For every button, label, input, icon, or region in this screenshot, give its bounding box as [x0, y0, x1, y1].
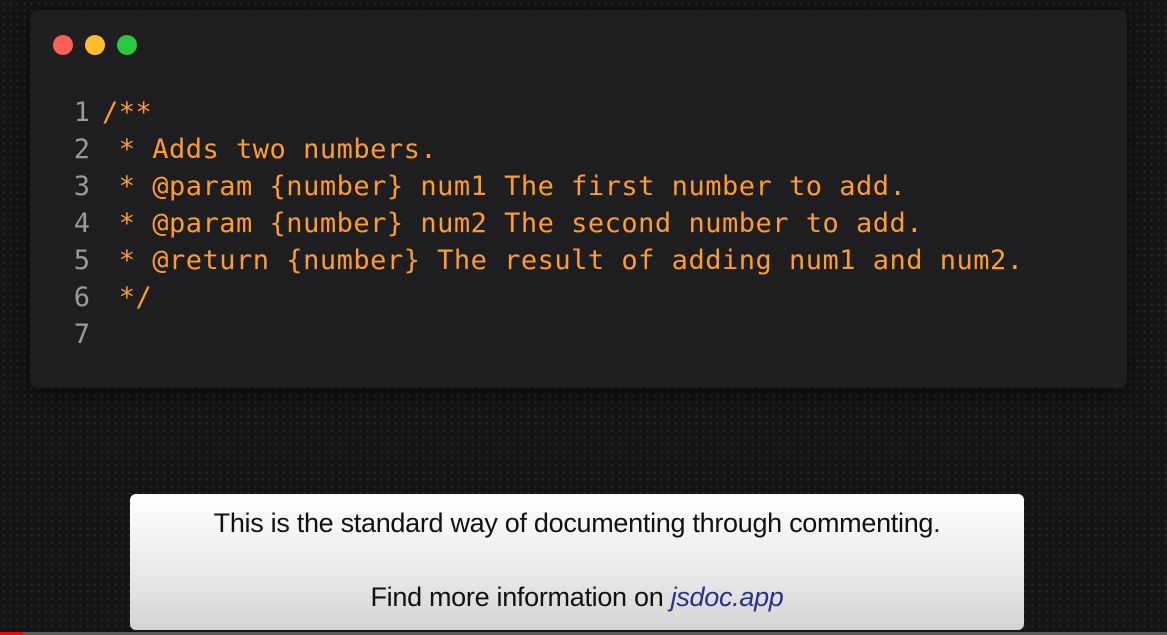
code-area: 1 /** 2 * Adds two numbers. 3 * @param {…	[66, 94, 1024, 353]
code-text: * @return {number} The result of adding …	[102, 245, 1024, 276]
code-line: 5 * @return {number} The result of addin…	[66, 242, 1024, 279]
code-line: 4 * @param {number} num2 The second numb…	[66, 205, 1024, 242]
window-controls	[53, 35, 137, 55]
code-line: 3 * @param {number} num1 The first numbe…	[66, 168, 1024, 205]
maximize-window-button[interactable]	[117, 35, 137, 55]
code-line: 2 * Adds two numbers.	[66, 131, 1024, 168]
code-text: * Adds two numbers.	[102, 134, 438, 165]
video-caption: This is the standard way of documenting …	[130, 494, 1024, 630]
caption-text: Find more information on	[370, 582, 664, 612]
line-number: 3	[73, 171, 90, 202]
code-text: * @param {number} num1 The first number …	[102, 171, 907, 202]
code-line: 1 /**	[66, 94, 1024, 131]
minimize-window-button[interactable]	[85, 35, 105, 55]
code-editor-window: 1 /** 2 * Adds two numbers. 3 * @param {…	[30, 10, 1127, 388]
code-line: 7	[66, 316, 1024, 353]
line-number: 1	[73, 97, 90, 128]
line-number: 6	[73, 282, 90, 313]
line-number: 2	[73, 134, 90, 165]
code-text: /**	[102, 97, 153, 128]
code-line: 6 */	[66, 279, 1024, 316]
close-window-button[interactable]	[53, 35, 73, 55]
line-number: 4	[73, 208, 90, 239]
line-number: 7	[73, 319, 90, 350]
code-text: * @param {number} num2 The second number…	[102, 208, 924, 239]
line-number: 5	[73, 245, 90, 276]
caption-line: This is the standard way of documenting …	[213, 508, 941, 538]
jsdoc-link[interactable]: jsdoc.app	[671, 582, 784, 612]
code-text: */	[102, 282, 153, 313]
caption-line: Find more information on jsdoc.app	[130, 582, 1024, 613]
